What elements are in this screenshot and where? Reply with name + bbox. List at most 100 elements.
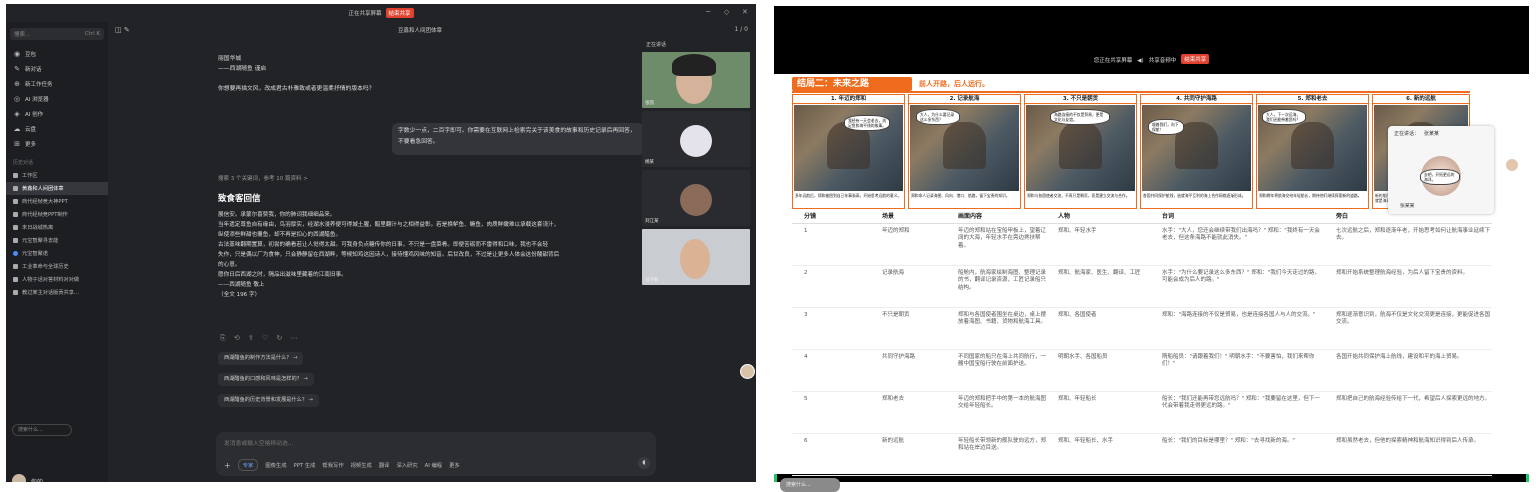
search-placeholder: 搜索...: [14, 32, 31, 38]
chat-area: 丽国华城 ——西湖随鱼 谨启 你想要再描文风，改成君古朴雅致或者更温柔抒情的版本…: [218, 54, 646, 94]
history-item[interactable]: 教过某主对话版贡共享…: [6, 286, 108, 299]
storyboard-table: 分镜 场景 画面内容 人物 台词 旁白 1 年迈的郑和 年迈的郑和站在宝船甲板上，望…: [792, 209, 1492, 476]
table-cell: 郑和与各国使者围坐在桌边，桌上摆放着海图、书籍、货物和航海工具。: [946, 307, 1046, 350]
close-icon[interactable]: ✕: [742, 8, 748, 16]
speaking-label: 正在讲话：: [1394, 131, 1420, 137]
floating-avatar[interactable]: [740, 364, 755, 379]
suggestion-chip[interactable]: 西湖醋鱼的历史背景和发展是什么？ →: [218, 394, 319, 407]
header-right[interactable]: 1 / 0: [735, 26, 748, 33]
table-cell: 1: [792, 223, 870, 266]
table-cell: 船长："我们还能再带您远航吗？" 郑和："我要留在这里，但下一代会带着我走得更远…: [1150, 391, 1324, 434]
user-message-bubble: 字数少一点，二百字即可。你需要在互联网上检索完关于该美食的故事和历史记录后再回答…: [392, 123, 644, 155]
chat-icon: [13, 277, 18, 282]
task-icon: ⊕: [14, 79, 20, 88]
nav-cloud[interactable]: ☁ 云盘: [6, 121, 108, 136]
tool-more[interactable]: 更多: [449, 461, 460, 469]
history-item[interactable]: 元宝智聚诺: [6, 247, 108, 260]
history-item[interactable]: 黄鑫和人间团体章: [6, 182, 108, 195]
reply-line: （全文 196 字）: [218, 292, 261, 298]
reply-line: 纵使添些鲜甜也覆鱼，却不再是扣心的西湖醋鱼。: [218, 232, 342, 238]
history-item[interactable]: 工作区: [6, 169, 108, 182]
reply-line: 展信安。承蒙尔喜赞我，你的肺词我细细品来。: [218, 212, 336, 218]
tool-expert[interactable]: 专家: [237, 459, 259, 471]
video-tile[interactable]: 杨某: [642, 111, 750, 167]
nav-ai-browser[interactable]: ◎ AI 浏览器: [6, 91, 108, 106]
history-label: 末日战城热离: [22, 225, 54, 231]
message-actions[interactable]: ⎘ ⟲ ⇪ ♡ ↻ ⋯: [220, 334, 301, 343]
chat-icon: [13, 212, 18, 217]
tool-writing[interactable]: 帮我写作: [322, 461, 343, 469]
history-item[interactable]: 元宝智聚寻去能: [6, 234, 108, 247]
comic-panel: 5. 郑和老去 大人，下一次远海，我们还能带着您吗？ 郑和晚年将航海交给年轻船长…: [1256, 94, 1369, 209]
column-header: 分镜: [792, 209, 870, 224]
audio-icon[interactable]: ◀): [1137, 58, 1143, 64]
nav-new-chat[interactable]: ✎ 新对话: [6, 61, 108, 76]
nav-more[interactable]: ⊞ 更多: [6, 136, 108, 151]
suggestion-chip[interactable]: 西湖醋鱼的口感和风味是怎样的？ →: [218, 373, 314, 386]
user-profile[interactable]: 你的: [12, 474, 43, 482]
speech-bubble: 大人，下一次远海，我们还能带着您吗？: [1262, 109, 1306, 125]
more-icon: ⊞: [14, 139, 20, 148]
suggestion-chip[interactable]: 西湖醋鱼的制作方法是什么？ →: [218, 352, 304, 365]
floating-avatar[interactable]: [1505, 158, 1519, 172]
stop-share-button[interactable]: 结束共享: [385, 8, 414, 18]
stop-share-button[interactable]: 结束共享: [1181, 54, 1210, 64]
participant-name: 刘江某: [645, 219, 659, 224]
history-label: 商代经帧竞PPT制作: [22, 212, 68, 218]
history-item[interactable]: 末日战城热离: [6, 221, 108, 234]
chat-icon: [13, 251, 18, 256]
nav-new-task[interactable]: ⊕ 新工作任务: [6, 76, 108, 91]
search-input[interactable]: 搜索... Ctrl K: [10, 28, 104, 40]
video-tile[interactable]: 刘江某: [642, 170, 750, 226]
history-item[interactable]: 工业革命与全球历史: [6, 260, 108, 273]
maximize-icon[interactable]: ◇: [724, 8, 729, 16]
video-tile[interactable]: 张凯: [642, 52, 750, 108]
tool-coding[interactable]: AI 编程: [425, 461, 442, 469]
table-cell: 不同国家的船只在海上共同航行，一艘中国宝船行驶在前面护送。: [946, 349, 1046, 392]
history-label: 黄鑫和人间团体章: [22, 186, 64, 192]
chat-icon: [13, 186, 18, 191]
table-row: 2 记录航海 船舱内，航海家绘制海图、整理记录的书，翻译记录资源，工匠记录船只结构。…: [792, 265, 1492, 308]
sidebar-search-box[interactable]: 搜索什么...: [12, 424, 72, 436]
participant-avatar: [680, 184, 712, 216]
search-box[interactable]: 搜索什么...: [780, 478, 840, 492]
tool-translate[interactable]: 翻译: [379, 461, 390, 469]
tool-ppt[interactable]: PPT 生成: [294, 461, 316, 469]
speech-bubble: 我经有一天会老去，流足鱼和海平线的故事。: [844, 115, 890, 131]
table-cell: 隋船船员："请跟着我们！" 明朝水手："不要害怕，我们来帮你们！": [1150, 349, 1324, 392]
table-cell: 郑和把自己的航海经验传给下一代，希望后人探索更远的地方。: [1324, 391, 1492, 434]
video-tile[interactable]: 甘子枫: [642, 229, 750, 285]
chat-line: 你想要再描文风，改成君古朴雅致或者更温柔抒情的版本吗？: [218, 86, 375, 92]
tool-research[interactable]: 深入研究: [396, 461, 417, 469]
participant-name: 杨某: [645, 160, 654, 165]
history-item[interactable]: 商代经帧竞PPT制作: [6, 208, 108, 221]
search-note[interactable]: 搜索 3 个关键词，参考 10 篇资料 >: [218, 174, 308, 182]
table-row: 4 共同守护海路 不同国家的船只在海上共同航行，一艘中国宝船行驶在前面护送。 明朝水手…: [792, 349, 1492, 392]
table-row: 5 郑和老去 年迈的郑和把手中的第一本的航海图交给年轻船长。 郑和、年轻船长 船长："我…: [792, 391, 1492, 434]
nav-doubao[interactable]: ◉ 豆包: [6, 46, 108, 61]
sidebar-toggle-icon[interactable]: ◫ ✎: [115, 26, 130, 34]
tool-video[interactable]: 视频生成: [351, 461, 372, 469]
chat-icon: [13, 290, 18, 295]
speaker-name: 张某某: [1424, 131, 1440, 137]
chat-icon: [13, 238, 18, 243]
add-icon[interactable]: +: [224, 461, 231, 470]
history-label: 工业革命与全球历史: [22, 264, 69, 270]
participant-name: 甘子枫: [645, 278, 659, 283]
history-item[interactable]: 商代经帧竞大神PPT: [6, 195, 108, 208]
table-cell: 郑和老去: [870, 391, 946, 434]
table-cell: 各国开始共同保护海上航线，建设和平的海上贸易。: [1324, 349, 1492, 392]
speech-bubble: 去吧，开拓更远的海洋。: [1420, 169, 1460, 185]
history-label: 商代经帧竞大神PPT: [22, 199, 68, 205]
audio-status[interactable]: 共享音频中: [1149, 56, 1177, 64]
nav-ai-create[interactable]: ◈ AI 创作: [6, 106, 108, 121]
tool-image[interactable]: 图像生成: [265, 461, 286, 469]
minimize-icon[interactable]: ─: [706, 8, 710, 16]
history-item[interactable]: 人物子话对答材料对对做: [6, 273, 108, 286]
reply-body: 展信安。承蒙尔喜赞我，你的肺词我细细品来。 当年遗定尊鱼自有缘由，鸟羽厚实，经湖…: [218, 210, 646, 300]
panel-image: 海路连接的不仅是贸易，更是文化与友谊。: [1026, 105, 1135, 191]
message-input[interactable]: 发消息或输入空格移动选... + 专家 图像生成 PPT 生成 帮我写作 视频生…: [216, 432, 656, 476]
nav-label: 云盘: [25, 126, 37, 133]
voice-icon[interactable]: ◖: [638, 457, 650, 469]
slide-title: 结局二：未来之路: [792, 77, 912, 91]
